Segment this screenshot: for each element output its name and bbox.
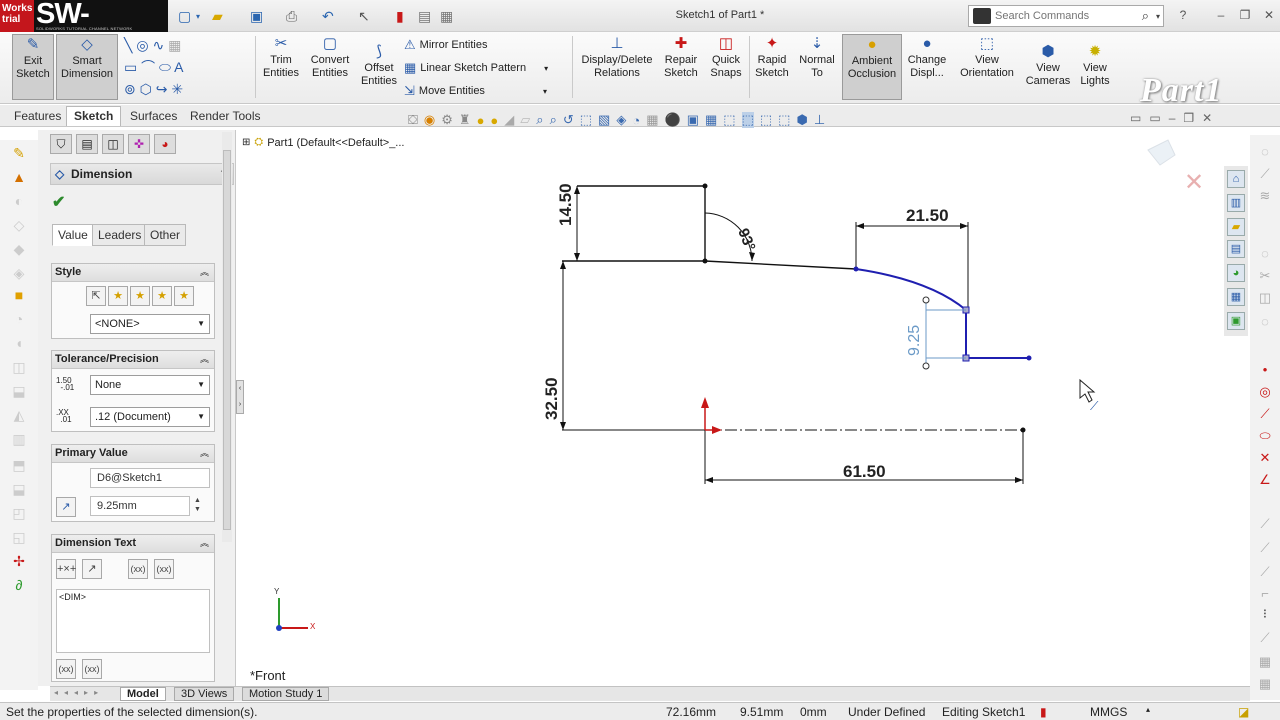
angle-tool-icon[interactable]: ∠: [1256, 471, 1274, 489]
model-tabs-bar: ◂◂◂▸▸ Model 3D Views Motion Study 1: [50, 686, 1250, 701]
sketch-canvas[interactable]: ✕ ⟋: [0, 0, 1280, 720]
exit-sketch-confirm-icon[interactable]: ✕: [1184, 169, 1204, 196]
right-tool-12-icon[interactable]: ⁝: [1256, 605, 1274, 623]
right-tool-14-icon[interactable]: ▦: [1256, 653, 1274, 671]
right-tool-3-icon[interactable]: ≋: [1256, 187, 1274, 205]
resize-grip-icon[interactable]: ◪: [1238, 705, 1249, 719]
right-tool-13-icon[interactable]: ⟋: [1256, 629, 1274, 647]
ellipse-tool-icon[interactable]: ⬭: [1256, 427, 1274, 445]
view-name-label: *Front: [250, 668, 286, 683]
dimension-arrows: [560, 186, 1023, 483]
solidworks-resources-icon[interactable]: ⌂: [1227, 170, 1245, 188]
tab-3d-views[interactable]: 3D Views: [174, 687, 235, 701]
status-message: Set the properties of the selected dimen…: [6, 705, 258, 719]
sketch-black-geometry: [562, 185, 1024, 484]
right-tool-9-icon[interactable]: ⟋: [1256, 539, 1274, 557]
dim-handle-bottom[interactable]: [922, 362, 930, 370]
sketch-status: Under Defined: [848, 705, 926, 719]
tab-motion-study[interactable]: Motion Study 1: [242, 687, 330, 701]
status-x-coord: 72.16mm: [666, 705, 717, 719]
reference-triad-ghost-icon: [1147, 139, 1176, 166]
right-tool-10-icon[interactable]: ⟋: [1256, 563, 1274, 581]
unit-system[interactable]: MMGS: [1090, 705, 1127, 719]
forum-icon[interactable]: ▣: [1227, 312, 1245, 330]
dim-32-50[interactable]: 32.50: [542, 377, 562, 420]
custom-properties-icon[interactable]: ▦: [1227, 288, 1245, 306]
sloped-line[interactable]: [704, 260, 857, 270]
dim-21-50[interactable]: 21.50: [906, 206, 949, 226]
blue-arc[interactable]: [855, 268, 967, 311]
line-tool-icon[interactable]: ⟋: [1256, 405, 1274, 423]
arc-start-point[interactable]: [853, 266, 859, 272]
right-tool-2-icon[interactable]: ⟋: [1256, 165, 1274, 183]
svg-text:⟋: ⟋: [1090, 399, 1099, 413]
dim-9-25-selected[interactable]: 9.25: [906, 325, 924, 356]
right-tool-6-icon[interactable]: ◫: [1256, 289, 1274, 307]
tab-scroll-arrows-icon[interactable]: ◂◂◂▸▸: [54, 688, 104, 697]
circle-tool-icon[interactable]: ◎: [1256, 383, 1274, 401]
right-tool-11-icon[interactable]: ⌐: [1256, 585, 1274, 603]
dim-61-50[interactable]: 61.50: [843, 462, 886, 482]
appearances-icon[interactable]: ◕: [1227, 264, 1245, 282]
status-bar: Set the properties of the selected dimen…: [0, 702, 1280, 720]
sketch-blue-geometry[interactable]: [855, 268, 1029, 359]
file-explorer-icon[interactable]: ▰: [1227, 218, 1245, 236]
status-z-coord: 0mm: [800, 705, 827, 719]
task-pane-tabs: ⌂ ▥ ▰ ▤ ◕ ▦ ▣: [1224, 166, 1248, 336]
selected-dimension-lines[interactable]: [925, 300, 966, 366]
right-tool-15-icon[interactable]: ▦: [1256, 675, 1274, 693]
mouse-cursor-icon: ⟋: [1079, 378, 1099, 413]
line-end-point[interactable]: [1026, 355, 1032, 361]
right-tool-1-icon[interactable]: ◌: [1256, 143, 1274, 161]
sketch-origin-icon: [701, 397, 722, 434]
axis-y-label: Y: [274, 587, 280, 596]
right-tool-4-icon[interactable]: ◌: [1256, 245, 1274, 263]
design-library-icon[interactable]: ▥: [1227, 194, 1245, 212]
trim-tool-icon[interactable]: ✕: [1256, 449, 1274, 467]
right-tool-8-icon[interactable]: ⟋: [1256, 515, 1274, 533]
units-dropdown-icon[interactable]: ▴: [1146, 705, 1150, 714]
rebuild-status-icon[interactable]: ▮: [1040, 705, 1047, 719]
sketch-points: [702, 183, 1026, 433]
axis-triad-icon: [276, 598, 308, 631]
view-palette-icon[interactable]: ▤: [1227, 240, 1245, 258]
tab-model[interactable]: Model: [120, 687, 166, 701]
axis-x-label: X: [310, 622, 316, 631]
dim-handle-top[interactable]: [922, 296, 930, 304]
dim-14-50[interactable]: 14.50: [556, 183, 576, 226]
point-tool-icon[interactable]: •: [1256, 361, 1274, 379]
status-y-coord: 9.51mm: [740, 705, 784, 719]
right-sketch-toolbar: ◌ ⟋ ≋ ◌ ✂ ◫ ◌ • ◎ ⟋ ⬭ ✕ ∠ ⟋ ⟋ ⟋ ⌐ ⁝ ⟋ ▦ …: [1250, 135, 1280, 700]
right-tool-5-icon[interactable]: ✂: [1256, 267, 1274, 285]
editing-status: Editing Sketch1: [942, 705, 1026, 719]
right-tool-7-icon[interactable]: ◌: [1256, 313, 1274, 331]
